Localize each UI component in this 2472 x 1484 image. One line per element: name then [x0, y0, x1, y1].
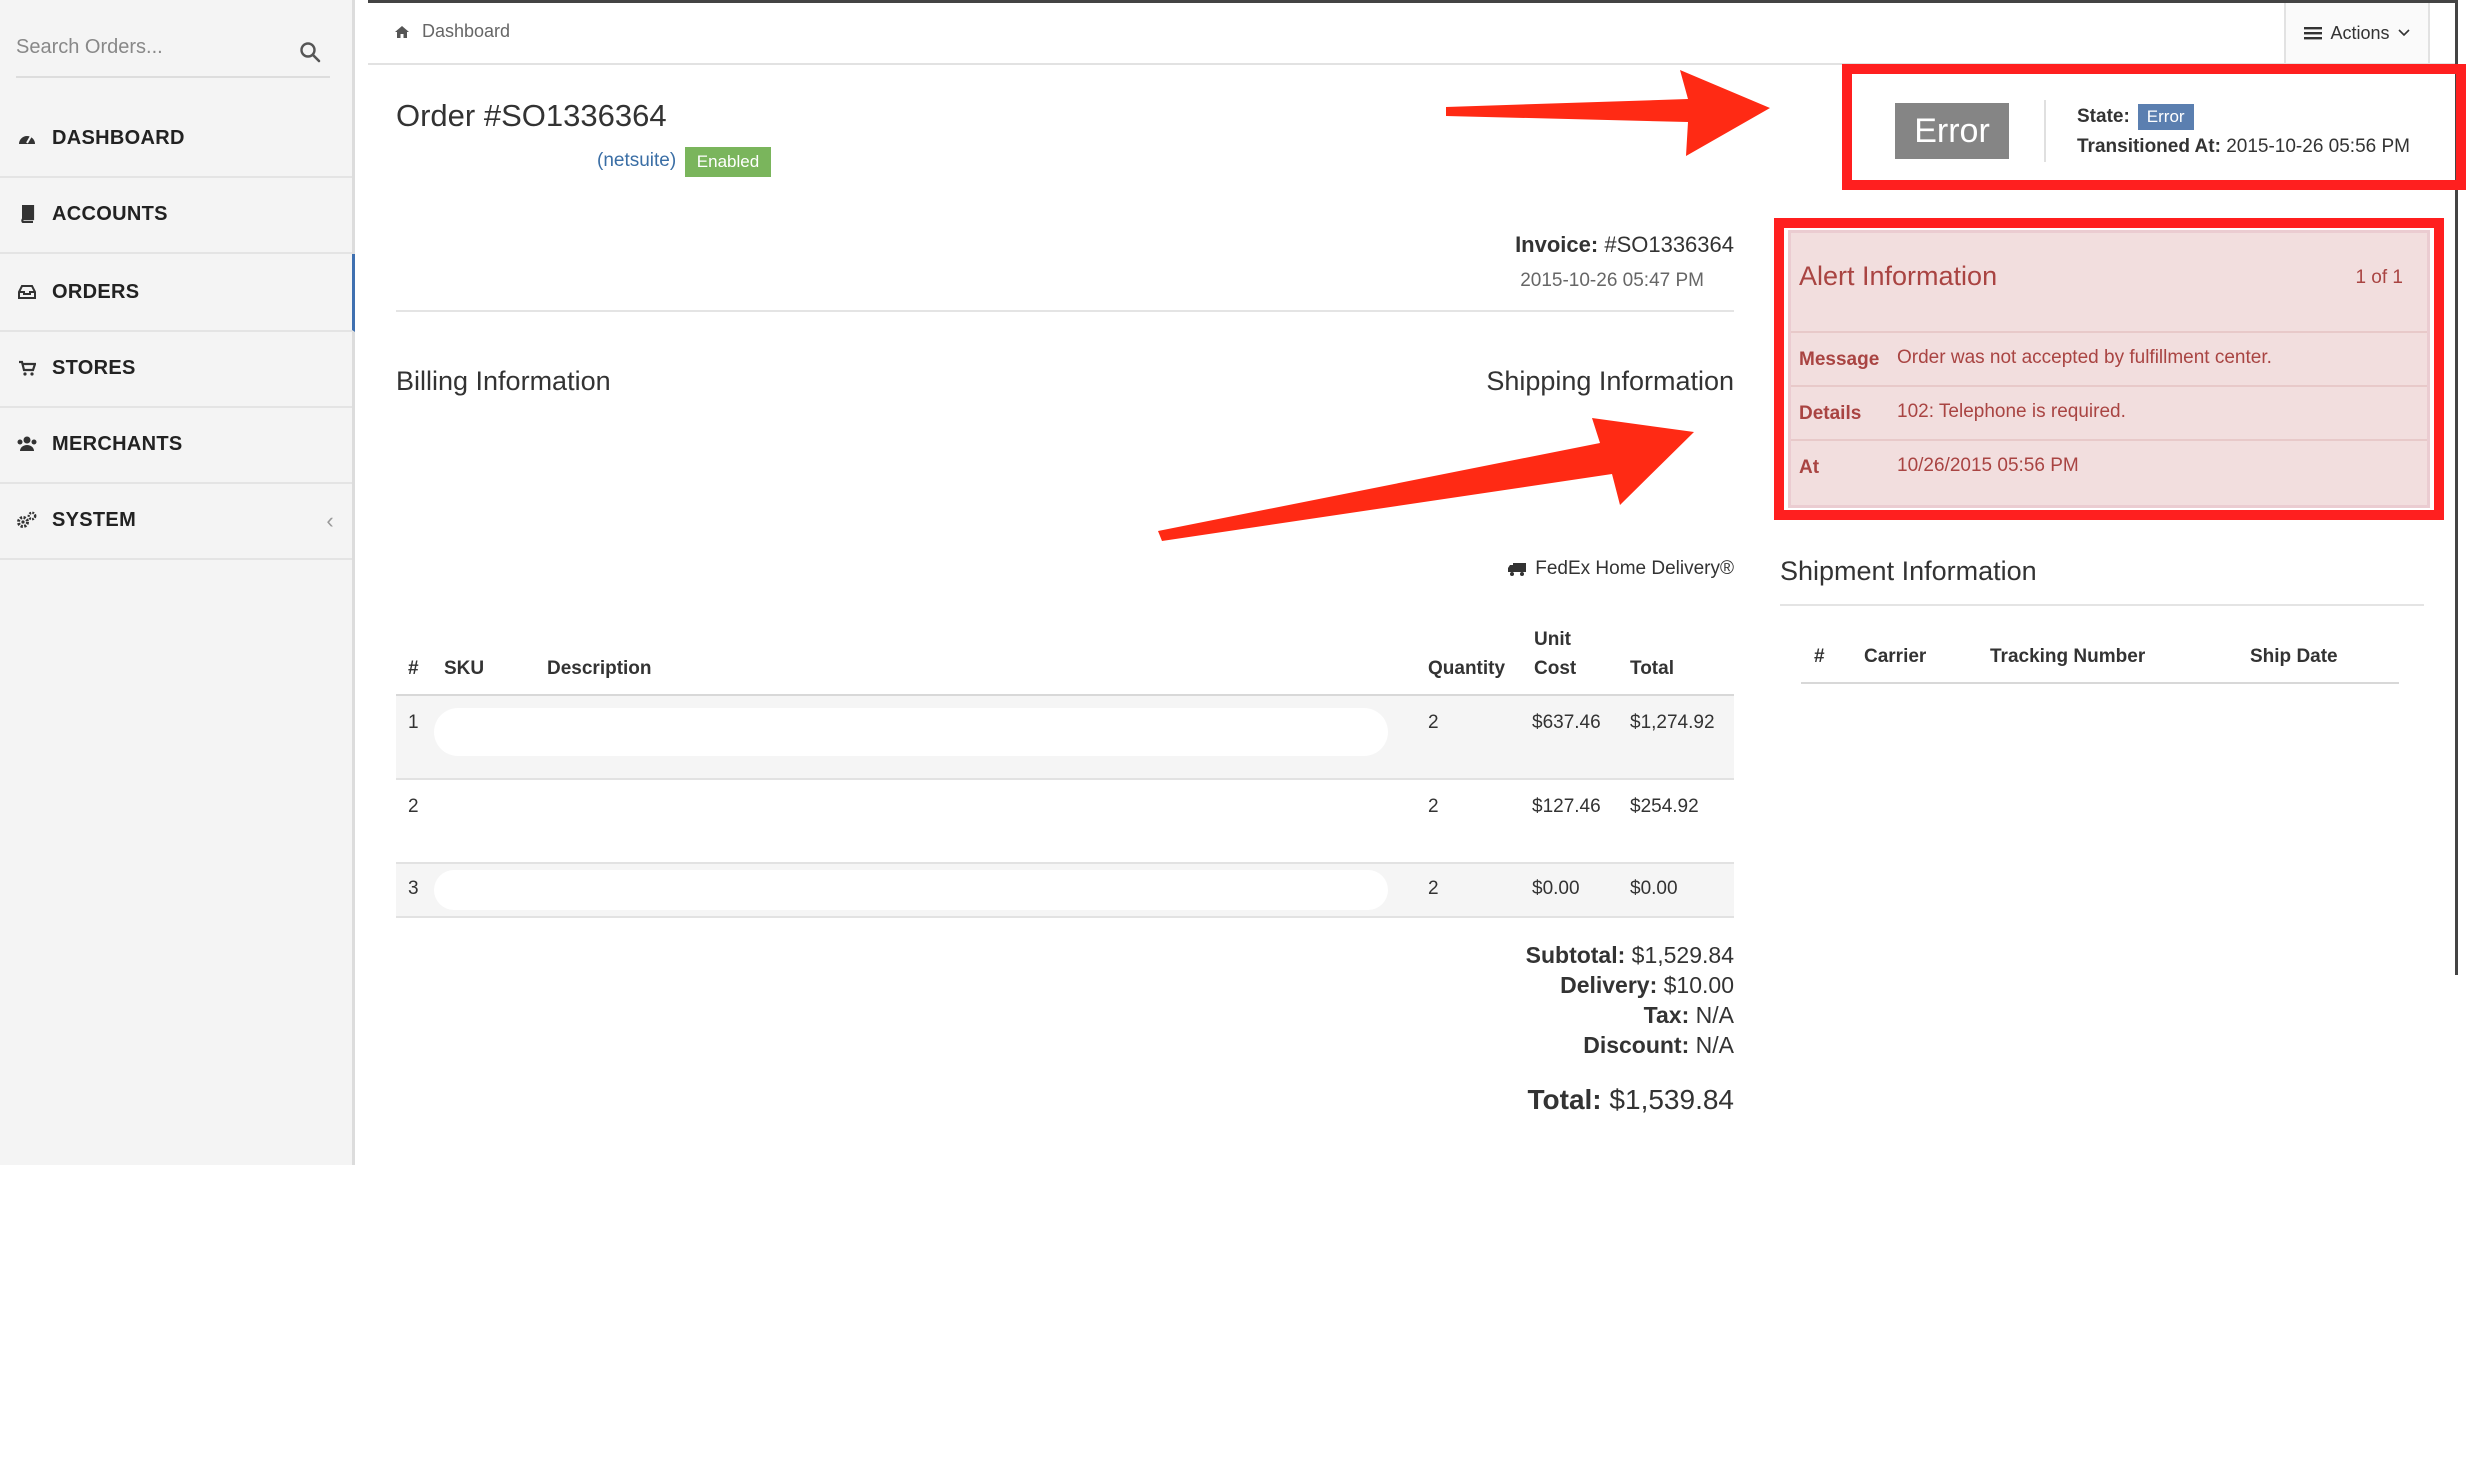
divider [1780, 604, 2424, 606]
tax-value: N/A [1695, 1002, 1734, 1028]
shipping-title: Shipping Information [1486, 366, 1734, 396]
row-unit-cost: $127.46 [1532, 796, 1601, 817]
sidebar-item-label: ACCOUNTS [52, 202, 168, 225]
cart-icon [16, 357, 38, 379]
subtotal: Subtotal: $1,529.84 [1526, 942, 1734, 969]
annotation-box-state [1842, 64, 2466, 190]
subtotal-value: $1,529.84 [1631, 942, 1734, 968]
sidebar-item-label: STORES [52, 356, 136, 379]
sidebar: DASHBOARD ACCOUNTS ORDERS STORES MERCHAN… [0, 0, 355, 1165]
sidebar-item-system[interactable]: SYSTEM ‹ [0, 482, 352, 560]
col-header-quantity: Quantity [1428, 658, 1506, 679]
status-badge: Enabled [685, 147, 771, 177]
dashboard-icon [16, 127, 38, 149]
sidebar-item-label: SYSTEM [52, 508, 137, 531]
row-total: $0.00 [1630, 878, 1678, 899]
col-header-total: Total [1630, 658, 1674, 679]
row-unit-cost: $637.46 [1532, 712, 1601, 733]
row-quantity: 2 [1428, 878, 1439, 899]
delivery-label: Delivery: [1560, 972, 1658, 998]
book-icon [16, 203, 38, 225]
discount: Discount: N/A [1583, 1032, 1734, 1059]
sidebar-item-accounts[interactable]: ACCOUNTS [0, 176, 352, 254]
users-icon [16, 433, 38, 455]
breadcrumb-dashboard[interactable]: Dashboard [422, 21, 510, 42]
shipping-method: FedEx Home Delivery® [1507, 558, 1734, 580]
col-header-description: Description [547, 658, 652, 679]
sidebar-item-label: ORDERS [52, 280, 140, 303]
sidebar-item-orders[interactable]: ORDERS [0, 254, 355, 332]
search-box [16, 20, 330, 78]
ship-col-tracking: Tracking Number [1990, 646, 2146, 667]
annotation-arrow-icon [1158, 418, 1694, 541]
col-header-cost: Cost [1534, 658, 1577, 679]
invoice-value: #SO1336364 [1604, 232, 1734, 257]
home-icon [395, 25, 409, 38]
gears-icon [16, 509, 38, 531]
truck-icon [1508, 563, 1527, 576]
billing-title: Billing Information [396, 366, 611, 396]
row-total: $254.92 [1630, 796, 1699, 817]
table-row: 1 2 $637.46 $1,274.92 [396, 696, 1734, 780]
discount-value: N/A [1695, 1032, 1734, 1058]
total-label: Total: [1527, 1084, 1602, 1115]
page-title: Order #SO1336364 [396, 98, 667, 133]
shipping-method-label: FedEx Home Delivery® [1535, 558, 1734, 579]
delivery: Delivery: $10.00 [1560, 972, 1734, 999]
table-row: 3 2 $0.00 $0.00 [396, 864, 1734, 918]
row-unit-cost: $0.00 [1532, 878, 1580, 899]
total-value: $1,539.84 [1609, 1084, 1734, 1115]
actions-label: Actions [2330, 22, 2390, 43]
tax: Tax: N/A [1644, 1002, 1734, 1029]
divider [396, 310, 1734, 312]
search-icon[interactable] [298, 40, 322, 64]
list-icon [2304, 27, 2323, 40]
col-header-num: # [408, 658, 419, 679]
col-header-unit: Unit [1534, 629, 1571, 650]
invoice-label: Invoice: [1515, 232, 1599, 257]
description-redacted [434, 870, 1388, 910]
sidebar-item-label: MERCHANTS [52, 432, 183, 455]
shipment-title: Shipment Information [1780, 556, 2037, 586]
sidebar-item-dashboard[interactable]: DASHBOARD [0, 100, 352, 178]
table-header-line [1801, 682, 2399, 684]
row-num: 1 [408, 712, 419, 733]
grand-total: Total: $1,539.84 [1528, 1084, 1735, 1116]
row-num: 2 [408, 796, 419, 817]
actions-button[interactable]: Actions [2284, 3, 2430, 63]
breadcrumb[interactable]: Dashboard [394, 21, 510, 42]
source-link[interactable]: (netsuite) [597, 150, 676, 172]
invoice-date: 2015-10-26 05:47 PM [1520, 270, 1704, 291]
ship-col-carrier: Carrier [1864, 646, 1927, 667]
annotation-box-alert [1774, 218, 2444, 520]
invoice-number: Invoice: #SO1336364 [1515, 232, 1734, 258]
subtotal-label: Subtotal: [1525, 942, 1626, 968]
row-num: 3 [408, 878, 419, 899]
discount-label: Discount: [1583, 1032, 1690, 1058]
sidebar-item-stores[interactable]: STORES [0, 330, 352, 408]
description-redacted [434, 708, 1388, 756]
annotation-arrow-icon [1446, 70, 1770, 156]
inbox-icon [16, 281, 38, 303]
col-header-sku: SKU [444, 658, 485, 679]
sidebar-item-merchants[interactable]: MERCHANTS [0, 406, 352, 484]
sidebar-item-label: DASHBOARD [52, 126, 185, 149]
tax-label: Tax: [1643, 1002, 1690, 1028]
search-input[interactable] [16, 20, 276, 74]
row-quantity: 2 [1428, 712, 1439, 733]
ship-col-ship-date: Ship Date [2250, 646, 2338, 667]
chevron-down-icon [2397, 29, 2410, 37]
row-quantity: 2 [1428, 796, 1439, 817]
ship-col-num: # [1814, 646, 1825, 667]
delivery-value: $10.00 [1663, 972, 1734, 998]
top-bar: Dashboard Actions [368, 0, 2458, 65]
table-row: 2 2 $127.46 $254.92 [396, 780, 1734, 864]
row-total: $1,274.92 [1630, 712, 1715, 733]
chevron-left-icon[interactable]: ‹ [326, 508, 334, 534]
